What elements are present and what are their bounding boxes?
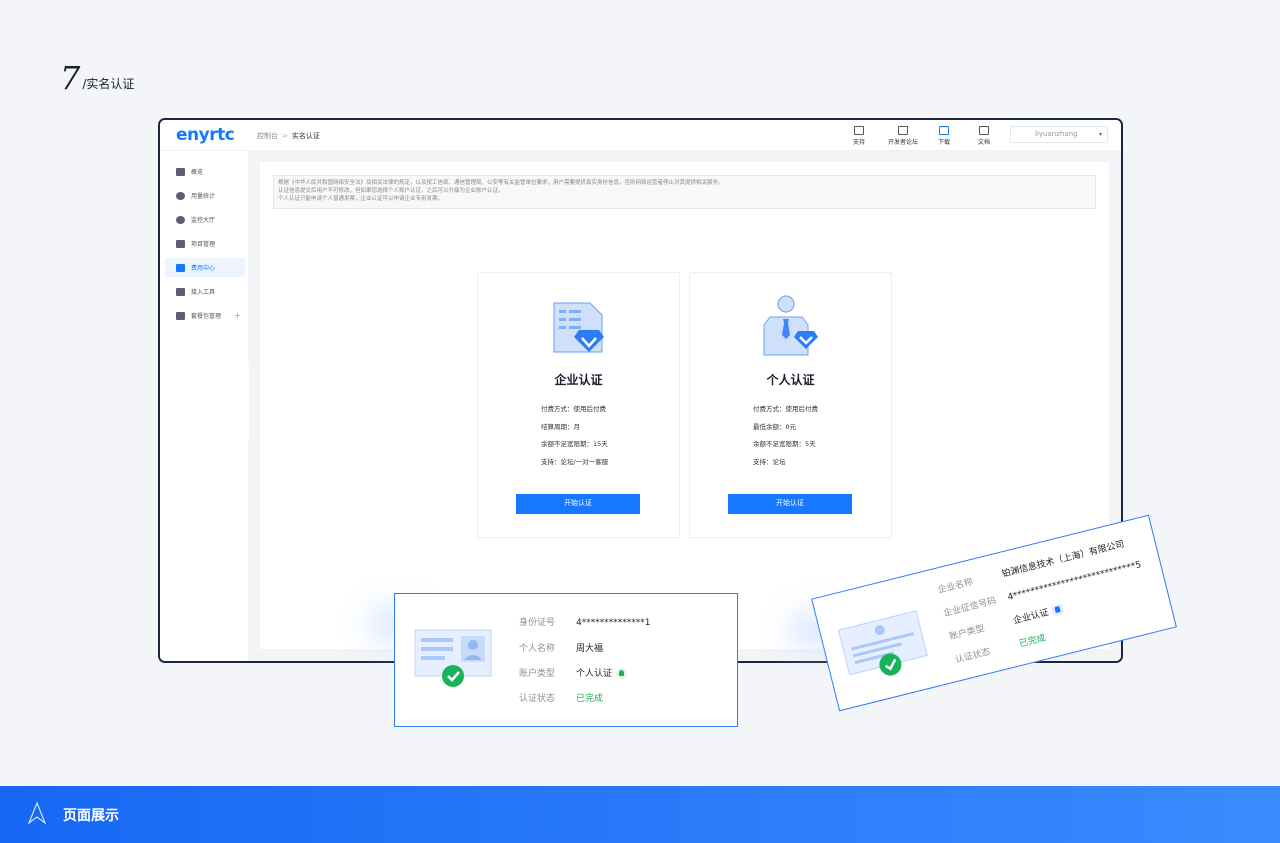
id-card-icon xyxy=(414,629,492,687)
card-detail: 余额不足宽限期：15天 xyxy=(541,440,608,448)
enterprise-cert-icon xyxy=(553,302,604,353)
card-detail: 付费方式：使用后付费 xyxy=(753,405,818,413)
row-value: 企业认证 xyxy=(1012,607,1050,627)
card-detail: 最低余额：0元 xyxy=(753,422,797,431)
row-label: 账户类型 xyxy=(519,669,556,679)
section-title: /实名认证 xyxy=(82,77,135,91)
building-badge-icon xyxy=(1051,603,1065,617)
sidebar-item-label: 概览 xyxy=(191,169,204,176)
start-enterprise-cert-button[interactable]: 开始认证 xyxy=(516,494,640,514)
row-label: 身份证号 xyxy=(519,618,556,628)
notice-line: 个人认证只能申请个人普通发票，企业认证可以申请企业专用发票。 xyxy=(278,196,444,202)
start-personal-cert-button[interactable]: 开始认证 xyxy=(728,494,852,514)
toolbar-label: 开发者论坛 xyxy=(888,139,919,146)
section-number: 7 xyxy=(60,59,81,97)
row-value: 个人认证 xyxy=(576,669,613,679)
sidebar-item-label: 用量统计 xyxy=(191,193,216,200)
toolbar-forum[interactable]: 开发者论坛 xyxy=(888,126,918,146)
card-title: 企业认证 xyxy=(554,373,603,387)
card-detail: 结算周期：月 xyxy=(541,422,580,431)
footer-bar: 页面展示 xyxy=(0,786,1280,843)
sidebar-item-overview[interactable]: 概览 xyxy=(165,162,245,181)
breadcrumb-root[interactable]: 控制台 xyxy=(257,132,278,140)
chevron-down-icon: ▾ xyxy=(1098,131,1102,138)
user-dropdown[interactable]: liyuanzhang ▾ xyxy=(1010,126,1108,143)
home-icon xyxy=(176,167,185,176)
sidebar-item-projects[interactable]: 项目管理 xyxy=(165,234,245,253)
card-detail: 支持：论坛 xyxy=(753,457,786,466)
notice-box: 根据《中华人民共和国网络安全法》及相关法律的规定，以及按工信部、通信管理局、公安… xyxy=(273,175,1096,209)
toolbar-label: 文档 xyxy=(978,139,991,146)
support-icon xyxy=(854,126,864,135)
document-icon xyxy=(979,126,989,135)
toolbar-label: 下载 xyxy=(938,139,951,146)
row-label: 个人名称 xyxy=(519,644,556,654)
cert-status-row: 认证状态 已完成 xyxy=(519,691,603,704)
card-detail: 支持：论坛/一对一客服 xyxy=(541,457,609,466)
section-heading: 7 /实名认证 xyxy=(60,62,134,94)
forum-icon xyxy=(898,126,908,135)
pie-chart-icon xyxy=(176,191,185,200)
sidebar: 概览 用量统计 监控大厅 项目管理 费用中心 接入工具 套餐包管理 + xyxy=(160,151,249,661)
card-details: 付费方式：使用后付费 结算周期：月 余额不足宽限期：15天 支持：论坛/一对一客… xyxy=(541,403,608,473)
sidebar-item-monitor[interactable]: 监控大厅 xyxy=(165,210,245,229)
person-badge-icon xyxy=(616,668,628,679)
sidebar-item-label: 监控大厅 xyxy=(191,217,216,224)
brand-mark-icon xyxy=(28,802,46,824)
breadcrumb-current: 实名认证 xyxy=(291,132,320,140)
footer-title: 页面展示 xyxy=(63,808,119,824)
business-license-icon xyxy=(837,610,928,676)
row-value: 周大福 xyxy=(576,644,604,654)
sidebar-item-tools[interactable]: 接入工具 xyxy=(165,282,245,301)
row-label: 账户类型 xyxy=(948,623,986,643)
row-label: 企业名称 xyxy=(936,577,975,596)
breadcrumb: 控制台 > 实名认证 xyxy=(257,131,320,141)
folder-icon xyxy=(176,239,185,248)
card-detail: 付费方式：使用后付费 xyxy=(541,405,606,413)
row-label: 认证状态 xyxy=(519,694,556,704)
monitor-icon xyxy=(176,215,185,224)
expand-icon[interactable]: + xyxy=(234,311,241,320)
id-number-row: 身份证号 4**************1 xyxy=(519,615,650,628)
card-title: 个人认证 xyxy=(766,373,815,387)
package-icon xyxy=(176,311,185,320)
row-label: 企业征信号码 xyxy=(942,596,998,620)
sidebar-item-packages[interactable]: 套餐包管理 + xyxy=(165,306,245,325)
toolbar-support[interactable]: 支持 xyxy=(853,126,865,146)
notice-line: 认证信息提交后用户不可修改，但如果您选择个人账户认证，之后可以升级为企业账户认证… xyxy=(278,188,504,194)
sidebar-item-billing[interactable]: 费用中心 xyxy=(165,258,245,277)
download-icon xyxy=(939,126,949,135)
wallet-icon xyxy=(176,263,185,272)
toolbar-download[interactable]: 下载 xyxy=(938,126,950,146)
personal-cert-card: 个人认证 付费方式：使用后付费 最低余额：0元 余额不足宽限期：5天 支持：论坛… xyxy=(689,272,892,538)
personal-cert-icon xyxy=(763,295,818,356)
card-detail: 余额不足宽限期：5天 xyxy=(753,440,816,448)
card-details: 付费方式：使用后付费 最低余额：0元 余额不足宽限期：5天 支持：论坛 xyxy=(753,403,818,473)
personal-cert-result-card: 身份证号 4**************1 个人名称 周大福 账户类型 个人认证 认证… xyxy=(394,593,738,727)
sidebar-item-label: 项目管理 xyxy=(191,241,216,248)
row-label: 认证状态 xyxy=(954,647,992,666)
toolbar-label: 支持 xyxy=(853,139,866,146)
sidebar-item-label: 套餐包管理 xyxy=(191,313,222,320)
sidebar-item-usage[interactable]: 用量统计 xyxy=(165,186,245,205)
sidebar-item-label: 费用中心 xyxy=(191,265,216,272)
row-value: 4**************1 xyxy=(576,618,651,628)
account-type-row: 账户类型 个人认证 xyxy=(519,666,628,679)
notice-line: 根据《中华人民共和国网络安全法》及相关法律的规定，以及按工信部、通信管理局、公安… xyxy=(278,180,724,186)
breadcrumb-separator: > xyxy=(282,132,288,140)
status-value: 已完成 xyxy=(576,694,604,704)
status-value: 已完成 xyxy=(1018,633,1047,650)
personal-name-row: 个人名称 周大福 xyxy=(519,641,603,654)
enterprise-cert-card: 企业认证 付费方式：使用后付费 结算周期：月 余额不足宽限期：15天 支持：论坛… xyxy=(477,272,680,538)
toolbar-docs[interactable]: 文档 xyxy=(978,126,990,146)
tool-icon xyxy=(176,287,185,296)
user-name: liyuanzhang xyxy=(1035,130,1078,138)
sidebar-item-label: 接入工具 xyxy=(191,289,216,296)
logo[interactable]: enyrtc xyxy=(176,125,235,145)
top-bar: enyrtc 控制台 > 实名认证 支持 开发者论坛 下载 文档 liyuanzha… xyxy=(160,120,1121,151)
